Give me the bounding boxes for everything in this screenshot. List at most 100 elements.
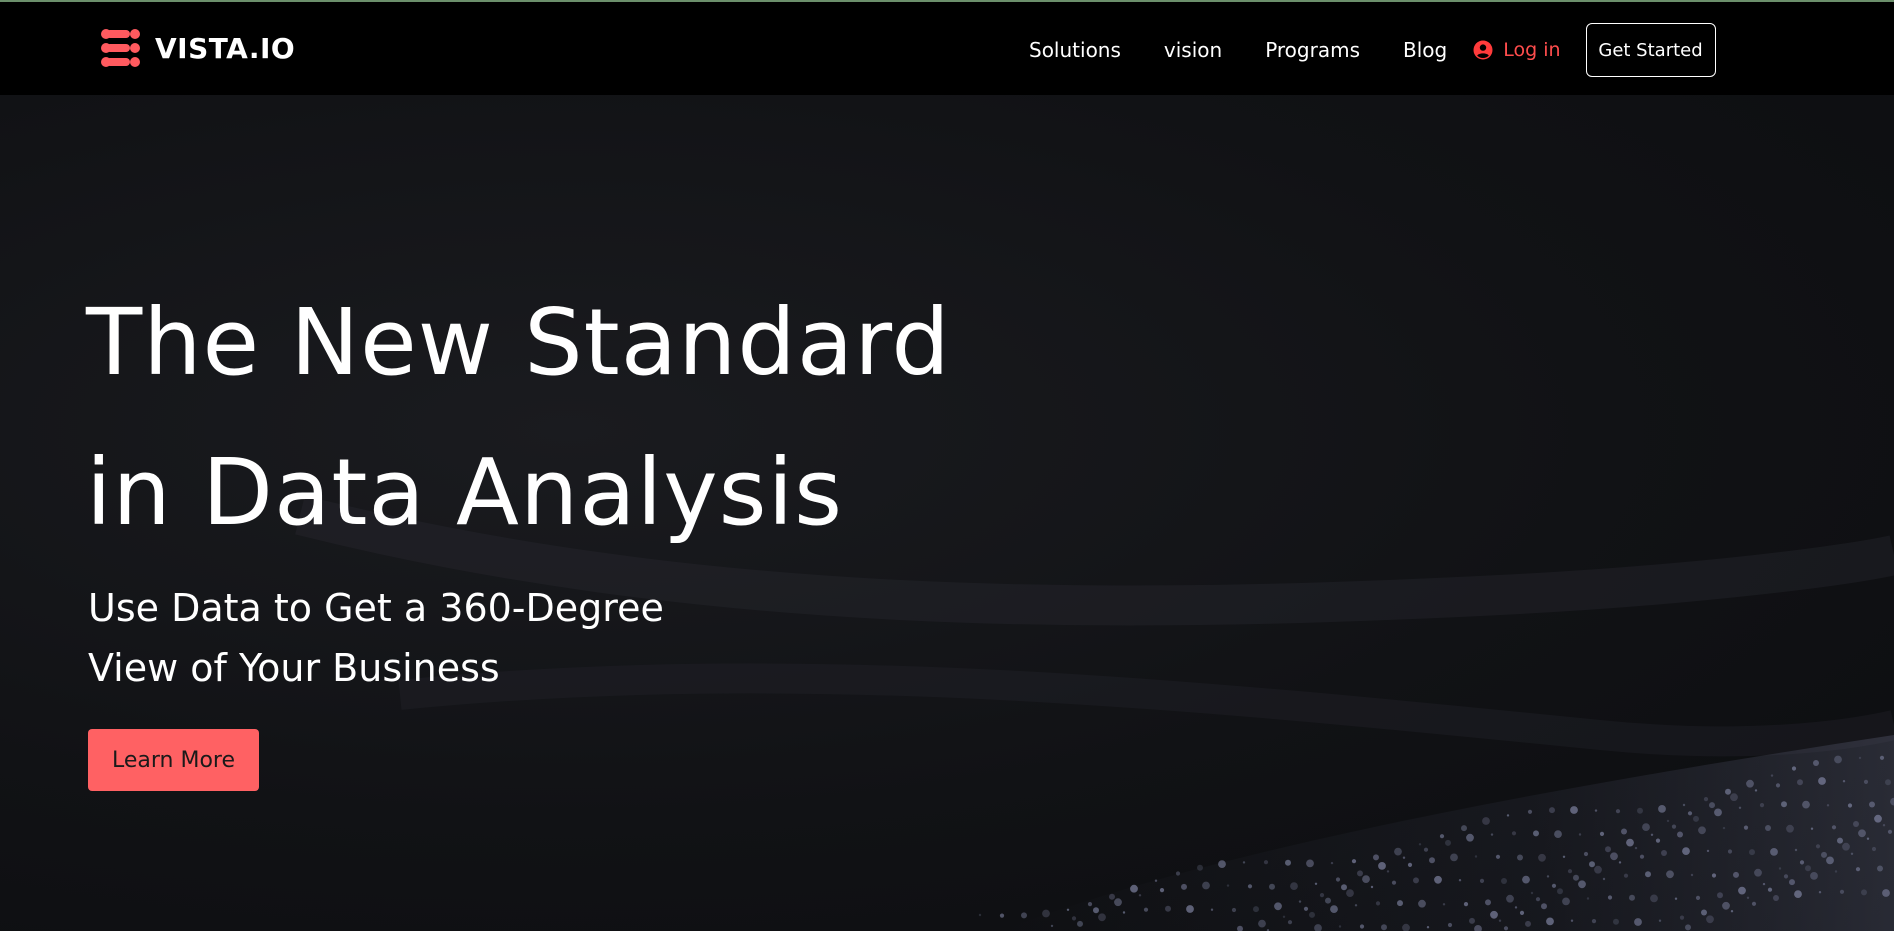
particle-dot xyxy=(1770,774,1774,777)
particle-dot xyxy=(1879,755,1885,760)
particle-dot xyxy=(1375,901,1381,906)
hero-subheadline: Use Data to Get a 360-Degree View of You… xyxy=(88,578,664,698)
particle-dot xyxy=(1877,865,1883,872)
particle-dot xyxy=(1797,779,1803,786)
particle-dot xyxy=(1570,919,1574,922)
particle-dot xyxy=(1546,917,1554,926)
particle-dot xyxy=(1426,926,1430,929)
particle-dot xyxy=(1557,888,1563,895)
particle-dot xyxy=(1775,783,1781,788)
particle-dot xyxy=(1722,826,1726,830)
logo[interactable]: VISTA.IO xyxy=(99,26,295,70)
particle-dot xyxy=(1351,859,1357,864)
particle-dot xyxy=(1682,847,1690,855)
particle-dot xyxy=(1485,899,1491,906)
particle-dot xyxy=(1871,846,1877,852)
particle-dot xyxy=(1634,918,1642,926)
particle-dot xyxy=(1754,789,1758,792)
particle-dot xyxy=(1722,901,1730,910)
particle-dot xyxy=(1490,833,1494,836)
nav-item-solutions[interactable]: Solutions xyxy=(1029,38,1121,62)
login-link[interactable]: Log in xyxy=(1473,39,1561,61)
particle-dot xyxy=(1570,806,1578,814)
particle-dot xyxy=(1397,900,1403,907)
particle-dot xyxy=(1439,834,1445,839)
hero-headline-line-2: in Data Analysis xyxy=(86,439,844,546)
particle-dot xyxy=(1773,895,1779,901)
particle-dot xyxy=(1530,891,1534,895)
nav-item-programs[interactable]: Programs xyxy=(1265,38,1360,62)
hero-headline: The New Standard in Data Analysis xyxy=(86,268,951,568)
particle-dot xyxy=(1413,877,1419,884)
particle-dot xyxy=(1762,882,1766,886)
particle-dot xyxy=(1733,871,1739,878)
particle-dot xyxy=(1679,915,1685,920)
particle-dot xyxy=(1242,861,1246,864)
hero-section: The New Standard in Data Analysis Use Da… xyxy=(0,95,1894,931)
particle-dot xyxy=(1661,850,1667,856)
get-started-button[interactable]: Get Started xyxy=(1585,23,1716,77)
particle-dot xyxy=(1847,803,1853,808)
particle-dot xyxy=(1599,831,1605,837)
particle-dot xyxy=(1615,809,1621,814)
particle-dot xyxy=(1490,910,1498,919)
particle-dot xyxy=(1754,868,1762,877)
particle-dot xyxy=(1725,788,1731,795)
particle-dot xyxy=(1767,887,1773,892)
particle-dot xyxy=(1303,906,1309,911)
particle-dot xyxy=(1818,777,1826,785)
particle-dot xyxy=(1511,831,1517,836)
particle-dot xyxy=(1855,867,1861,872)
particle-dot xyxy=(1666,819,1670,823)
particle-dot xyxy=(1786,824,1794,833)
particle-dot xyxy=(1882,889,1890,897)
particle-dot xyxy=(1247,884,1253,889)
particle-dot xyxy=(1626,838,1634,847)
nav-item-blog[interactable]: Blog xyxy=(1403,38,1447,62)
particle-dot xyxy=(1338,925,1342,928)
particle-dot xyxy=(1287,920,1293,925)
particle-dot xyxy=(1730,910,1734,913)
particle-dot xyxy=(1839,889,1845,894)
particle-dot xyxy=(1810,872,1818,880)
particle-dot xyxy=(1391,880,1397,885)
particle-dot xyxy=(1231,907,1237,913)
particle-dot xyxy=(1373,854,1379,861)
learn-more-button[interactable]: Learn More xyxy=(88,729,259,791)
particle-dot xyxy=(1589,861,1595,868)
particle-dot xyxy=(1541,903,1547,910)
particle-dot xyxy=(1154,879,1158,882)
particle-dot xyxy=(1639,854,1645,859)
particle-dot xyxy=(1418,899,1426,908)
particle-dot xyxy=(1434,875,1442,884)
particle-dot xyxy=(1258,919,1266,928)
particle-dot xyxy=(1050,924,1054,928)
particle-dot xyxy=(1789,879,1795,886)
particle-dot xyxy=(1759,803,1765,808)
brand-name: VISTA.IO xyxy=(155,31,296,65)
particle-dot xyxy=(1482,817,1490,825)
particle-dot xyxy=(1645,871,1651,878)
particle-dot xyxy=(1341,884,1347,891)
particle-dot xyxy=(1466,833,1474,842)
particle-dot xyxy=(1442,903,1446,906)
particle-dot xyxy=(1562,855,1566,858)
particle-dot xyxy=(1138,894,1142,897)
particle-dot xyxy=(1479,878,1485,884)
particle-dot xyxy=(1671,824,1677,829)
particle-dot xyxy=(1610,852,1618,861)
nav-item-vision[interactable]: vision xyxy=(1164,38,1222,62)
particle-dot xyxy=(1794,848,1798,852)
particle-dot xyxy=(1778,867,1782,870)
particle-dot xyxy=(1463,902,1469,907)
particle-dot xyxy=(1869,801,1875,808)
particle-dot xyxy=(1447,922,1453,928)
particle-dot xyxy=(1594,809,1598,812)
particle-dot xyxy=(1381,924,1387,931)
particle-dot xyxy=(1781,801,1787,808)
particle-dot xyxy=(1602,877,1606,881)
particle-dot xyxy=(1175,871,1181,876)
particle-dot xyxy=(1418,843,1422,846)
particle-dot xyxy=(1474,855,1478,858)
particle-dot xyxy=(1815,844,1821,849)
